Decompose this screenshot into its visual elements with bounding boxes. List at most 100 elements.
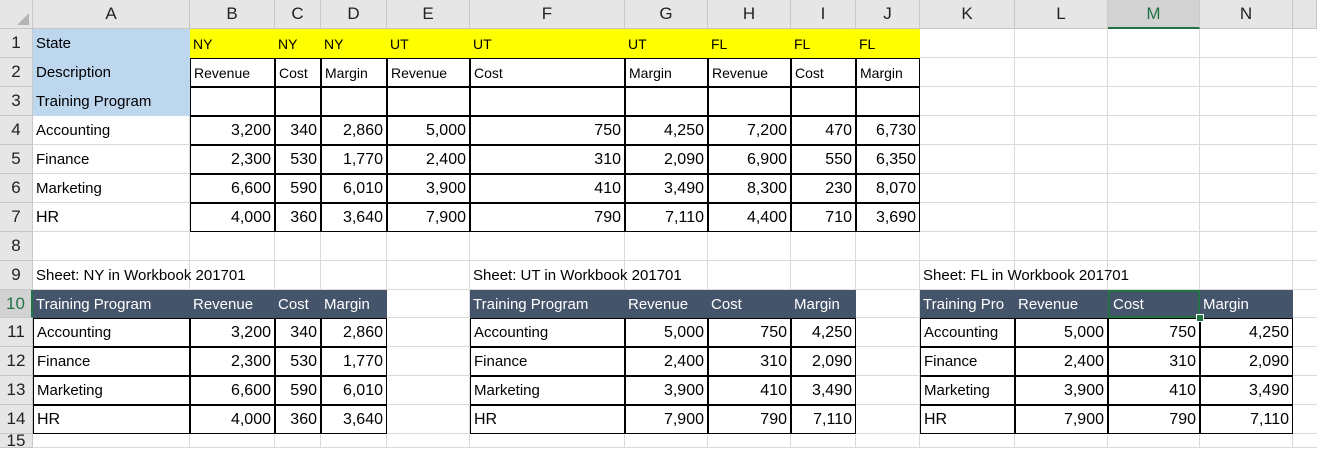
table-row-value[interactable]: 5,000 (625, 318, 708, 347)
table-row-value[interactable]: 410 (708, 376, 791, 405)
cell-value[interactable]: 5,000 (387, 116, 470, 145)
table-row-value[interactable]: 310 (708, 347, 791, 376)
cell-value[interactable]: 530 (275, 145, 321, 174)
cell-program[interactable]: Accounting (33, 116, 190, 145)
table-row-value[interactable]: 2,300 (190, 347, 275, 376)
cell-state[interactable]: UT (625, 29, 708, 58)
cell-a3-training-label[interactable]: Training Program (33, 87, 190, 116)
row-header-12[interactable]: 12 (0, 347, 33, 376)
table-row-value[interactable]: 7,900 (625, 405, 708, 434)
cell-value[interactable]: 230 (791, 174, 856, 203)
cell-description[interactable]: Margin (321, 58, 387, 87)
row-header-2[interactable]: 2 (0, 58, 33, 87)
row-header-3[interactable]: 3 (0, 87, 33, 116)
cell-value[interactable]: 4,250 (625, 116, 708, 145)
table-row-label[interactable]: Finance (470, 347, 625, 376)
cell-value[interactable]: 3,690 (856, 203, 920, 232)
cell-blank[interactable] (387, 87, 470, 116)
row-header-6[interactable]: 6 (0, 174, 33, 203)
table-row-value[interactable]: 750 (1108, 318, 1200, 347)
cell-value[interactable]: 310 (470, 145, 625, 174)
cell-value[interactable]: 6,900 (708, 145, 791, 174)
table-row-value[interactable]: 410 (1108, 376, 1200, 405)
cell-value[interactable]: 3,200 (190, 116, 275, 145)
cell-value[interactable]: 1,770 (321, 145, 387, 174)
column-header-b[interactable]: B (190, 0, 275, 29)
cell-description[interactable]: Cost (275, 58, 321, 87)
table-row-label[interactable]: HR (33, 405, 190, 434)
table-row-label[interactable]: Marketing (920, 376, 1015, 405)
table-row-value[interactable]: 530 (275, 347, 321, 376)
sheet-title[interactable]: Sheet: UT in Workbook 201701 (470, 261, 856, 290)
row-header-4[interactable]: 4 (0, 116, 33, 145)
cell-value[interactable]: 710 (791, 203, 856, 232)
cell-blank[interactable] (190, 87, 275, 116)
row-header-7[interactable]: 7 (0, 203, 33, 232)
table-row-value[interactable]: 2,090 (1200, 347, 1293, 376)
row-header-10[interactable]: 10 (0, 290, 33, 318)
cell-value[interactable]: 790 (470, 203, 625, 232)
cell-value[interactable]: 590 (275, 174, 321, 203)
column-header-n[interactable]: N (1200, 0, 1293, 29)
cell-a1-state-label[interactable]: State (33, 29, 190, 58)
table-row-value[interactable]: 790 (1108, 405, 1200, 434)
table-row-label[interactable]: Marketing (33, 376, 190, 405)
cell-state[interactable]: FL (791, 29, 856, 58)
table-row-value[interactable]: 2,400 (1015, 347, 1108, 376)
cell-value[interactable]: 4,400 (708, 203, 791, 232)
table-row-label[interactable]: Finance (920, 347, 1015, 376)
cell-a2-description-label[interactable]: Description (33, 58, 190, 87)
cell-value[interactable]: 6,350 (856, 145, 920, 174)
table-row-value[interactable]: 310 (1108, 347, 1200, 376)
table-row-value[interactable]: 4,250 (1200, 318, 1293, 347)
cell-value[interactable]: 2,860 (321, 116, 387, 145)
table-row-value[interactable]: 7,900 (1015, 405, 1108, 434)
row-header-1[interactable]: 1 (0, 29, 33, 58)
row-header-13[interactable]: 13 (0, 376, 33, 405)
cell-state[interactable]: NY (190, 29, 275, 58)
sheet-title[interactable]: Sheet: FL in Workbook 201701 (920, 261, 1293, 290)
cell-value[interactable]: 750 (470, 116, 625, 145)
row-header-15[interactable]: 15 (0, 431, 33, 450)
table-row-value[interactable]: 2,090 (791, 347, 856, 376)
cell-state[interactable]: NY (275, 29, 321, 58)
spreadsheet-grid[interactable]: A B C D E F G H I J K L M N 1 2 3 4 5 6 7 8 9 10 11 12 13 14 15 State… (0, 0, 1317, 450)
cell-value[interactable]: 7,110 (625, 203, 708, 232)
column-header-e[interactable]: E (387, 0, 470, 29)
fill-handle[interactable] (1196, 314, 1204, 322)
table-header-cell[interactable]: Training Pro (920, 290, 1015, 318)
cell-value[interactable]: 410 (470, 174, 625, 203)
column-header-d[interactable]: D (321, 0, 387, 29)
table-row-value[interactable]: 3,900 (1015, 376, 1108, 405)
column-header-l[interactable]: L (1015, 0, 1108, 29)
cell-value[interactable]: 6,600 (190, 174, 275, 203)
cell-value[interactable]: 6,010 (321, 174, 387, 203)
cell-value[interactable]: 6,730 (856, 116, 920, 145)
column-header-m[interactable]: M (1108, 0, 1200, 29)
cell-description[interactable]: Revenue (708, 58, 791, 87)
row-header-11[interactable]: 11 (0, 318, 33, 347)
table-row-value[interactable]: 3,200 (190, 318, 275, 347)
column-header-f[interactable]: F (470, 0, 625, 29)
cell-program[interactable]: HR (33, 203, 190, 232)
cell-value[interactable]: 7,200 (708, 116, 791, 145)
table-header-cell[interactable]: Revenue (625, 290, 708, 318)
table-row-value[interactable]: 4,000 (190, 405, 275, 434)
cell-value[interactable]: 8,300 (708, 174, 791, 203)
table-row-value[interactable]: 1,770 (321, 347, 387, 376)
cell-value[interactable]: 2,300 (190, 145, 275, 174)
table-row-value[interactable]: 3,640 (321, 405, 387, 434)
table-header-cell[interactable]: Revenue (190, 290, 275, 318)
cell-value[interactable]: 2,090 (625, 145, 708, 174)
table-row-value[interactable]: 3,490 (791, 376, 856, 405)
table-row-label[interactable]: Accounting (33, 318, 190, 347)
column-header-h[interactable]: H (708, 0, 791, 29)
table-row-value[interactable]: 6,010 (321, 376, 387, 405)
cell-value[interactable]: 550 (791, 145, 856, 174)
table-row-value[interactable]: 4,250 (791, 318, 856, 347)
column-header-c[interactable]: C (275, 0, 321, 29)
table-row-value[interactable]: 7,110 (1200, 405, 1293, 434)
cell-value[interactable]: 360 (275, 203, 321, 232)
cell-blank[interactable] (321, 87, 387, 116)
column-header-i[interactable]: I (791, 0, 856, 29)
